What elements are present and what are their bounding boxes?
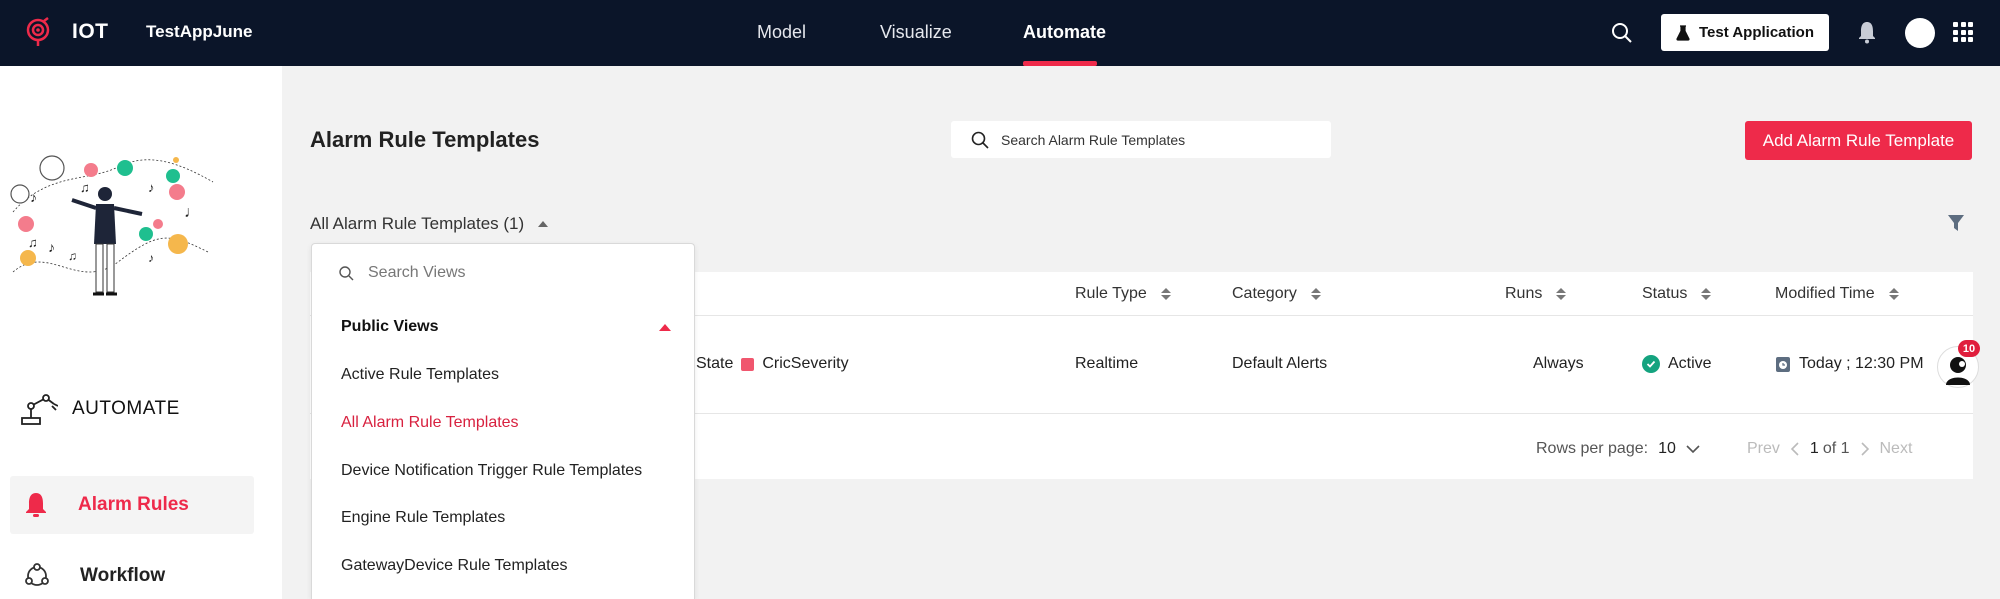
severity-cell: State CricSeverity [696, 355, 849, 373]
column-header-modified-time[interactable]: Modified Time [1775, 285, 1899, 303]
svg-text:♪: ♪ [48, 239, 55, 255]
total-pages: of 1 [1822, 440, 1850, 457]
search-icon[interactable] [1610, 21, 1634, 45]
current-page: 1 [1809, 440, 1819, 457]
column-label: Category [1232, 285, 1297, 302]
sidebar-item-workflow[interactable]: Workflow [10, 547, 254, 599]
rule-type-cell: Realtime [1075, 355, 1139, 372]
brand-name[interactable]: IOT [72, 20, 109, 44]
sort-icon [1888, 288, 1899, 300]
view-item-gatewaydevice-rule-templates[interactable]: GatewayDevice Rule Templates [341, 557, 567, 575]
prev-page-button[interactable]: Prev [1747, 440, 1780, 458]
svg-text:♪: ♪ [148, 180, 155, 195]
svg-text:♫: ♫ [28, 235, 38, 250]
column-label: Rule Type [1075, 285, 1147, 302]
rows-per-page-label: Rows per page: [1536, 440, 1649, 457]
column-label: Modified Time [1775, 285, 1875, 302]
modified-time-cell: Today ; 12:30 PM [1775, 355, 1924, 373]
views-search-input[interactable]: Search Views [339, 264, 466, 282]
flask-icon [1676, 24, 1690, 41]
view-selector-label: All Alarm Rule Templates (1) [310, 214, 525, 233]
calendar-clock-icon [1776, 357, 1790, 372]
next-page-button[interactable]: Next [1880, 440, 1913, 458]
page-title: Alarm Rule Templates [310, 127, 540, 152]
sidebar: ♪ ♫ ♪ ♩ ♪ ♫ ♫ ♪ AUTOMATE Alarm Rules Wor… [0, 66, 282, 599]
check-circle-icon [1642, 355, 1660, 373]
sort-icon [1160, 288, 1171, 300]
column-header-rule-type[interactable]: Rule Type [1075, 285, 1171, 303]
sidebar-item-alarm-rules[interactable]: Alarm Rules [10, 476, 254, 534]
view-item-all-alarm-rule-templates[interactable]: All Alarm Rule Templates [341, 414, 519, 432]
public-views-title: Public Views [341, 318, 439, 335]
sidebar-item-label: Workflow [80, 565, 166, 586]
collapse-caret-icon[interactable] [659, 323, 671, 331]
view-item-device-notification-trigger[interactable]: Device Notification Trigger Rule Templat… [341, 462, 642, 480]
chevron-right-icon[interactable] [1860, 442, 1870, 456]
sort-icon [1701, 288, 1712, 300]
svg-text:♪: ♪ [148, 251, 154, 265]
filter-icon[interactable] [1947, 213, 1965, 233]
runs-cell: Always [1533, 355, 1584, 372]
nav-automate[interactable]: Automate [1023, 22, 1106, 43]
svg-text:♩: ♩ [184, 204, 200, 221]
app-name[interactable]: TestAppJune [146, 22, 252, 42]
nav-visualize[interactable]: Visualize [880, 22, 952, 43]
search-icon [971, 131, 989, 149]
user-avatar[interactable] [1905, 18, 1935, 48]
search-placeholder: Search Alarm Rule Templates [1001, 131, 1186, 148]
column-header-runs[interactable]: Runs [1505, 285, 1567, 303]
caret-up-icon [538, 221, 549, 227]
column-label: Status [1642, 285, 1688, 302]
pagination-controls: Prev 1 of 1 Next [1747, 440, 1912, 458]
status-cell: Active [1642, 355, 1712, 373]
chevron-down-icon[interactable] [1686, 444, 1700, 454]
public-views-section-header[interactable]: Public Views [341, 318, 671, 336]
notification-bell-icon[interactable] [1857, 20, 1877, 44]
bell-icon [26, 493, 46, 517]
views-dropdown: Search Views Public Views Active Rule Te… [311, 243, 695, 599]
workflow-icon [25, 563, 49, 586]
application-switcher-label: Test Application [1698, 24, 1814, 41]
modified-time-text: Today ; 12:30 PM [1799, 355, 1924, 372]
search-icon [339, 265, 354, 280]
svg-text:♫: ♫ [68, 249, 77, 263]
rows-per-page-select[interactable]: 10 [1658, 440, 1676, 458]
robot-arm-icon [21, 394, 58, 425]
conductor-illustration: ♪ ♫ ♪ ♩ ♪ ♫ ♫ ♪ [10, 155, 214, 296]
views-search-placeholder: Search Views [368, 264, 466, 281]
add-alarm-rule-template-button[interactable]: Add Alarm Rule Template [1745, 121, 1972, 160]
sort-icon [1310, 288, 1321, 300]
app-grid-icon[interactable] [1953, 22, 1973, 42]
chevron-left-icon[interactable] [1790, 442, 1800, 456]
top-navigation-bar: IOT TestAppJune Model Visualize Automate… [0, 0, 2000, 66]
column-header-status[interactable]: Status [1642, 285, 1712, 303]
svg-text:♫: ♫ [80, 180, 90, 195]
iot-logo-icon[interactable] [26, 17, 52, 47]
svg-text:♪: ♪ [30, 189, 37, 205]
active-nav-indicator [1023, 61, 1097, 66]
severity-text: CricSeverity [762, 355, 849, 372]
column-label: Runs [1505, 285, 1543, 302]
nav-model[interactable]: Model [757, 22, 806, 43]
view-item-engine-rule-templates[interactable]: Engine Rule Templates [341, 509, 505, 527]
automate-section-header: AUTOMATE [18, 392, 180, 426]
sort-icon [1556, 288, 1567, 300]
chat-notification-badge: 10 [1958, 340, 1980, 357]
sidebar-item-label: Alarm Rules [78, 494, 189, 515]
status-text: Active [1668, 355, 1712, 372]
automate-section-title: AUTOMATE [72, 398, 180, 419]
application-switcher-button[interactable]: Test Application [1661, 14, 1829, 51]
template-search-input[interactable]: Search Alarm Rule Templates [951, 121, 1331, 158]
state-text: State [696, 355, 734, 372]
category-cell: Default Alerts [1232, 355, 1328, 372]
rows-per-page: Rows per page: 10 [1536, 440, 1700, 458]
view-item-active-rule-templates[interactable]: Active Rule Templates [341, 366, 499, 384]
view-selector[interactable]: All Alarm Rule Templates (1) [310, 214, 549, 234]
column-header-category[interactable]: Category [1232, 285, 1321, 303]
severity-color-chip [741, 357, 755, 371]
